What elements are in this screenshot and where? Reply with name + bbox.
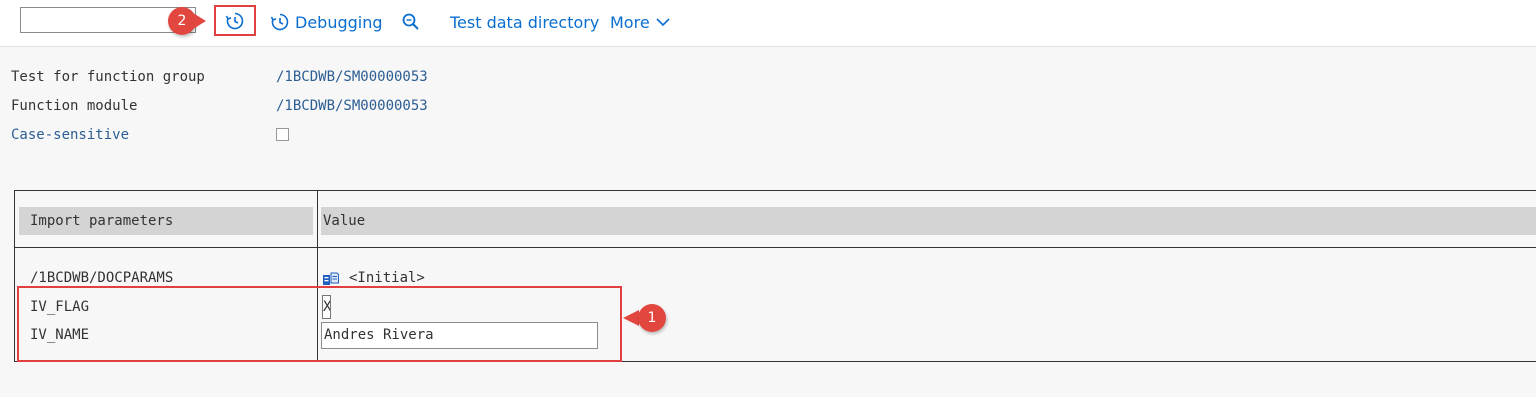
debugging-clock-icon <box>270 13 289 31</box>
more-label: More <box>610 12 650 32</box>
function-group-label: Test for function group <box>11 69 205 85</box>
column-header-value: Value <box>321 207 1536 235</box>
param-value-docparams[interactable]: <Initial> <box>322 270 425 286</box>
debugging-label: Debugging <box>295 12 383 32</box>
function-module-value: /1BCDWB/SM00000053 <box>276 98 428 114</box>
structure-edit-icon <box>323 272 339 285</box>
callout-badge-2: 2 <box>168 7 206 35</box>
more-menu-button[interactable]: More <box>610 10 670 34</box>
callout-number: 1 <box>638 304 666 332</box>
search-icon <box>402 13 419 30</box>
execute-clock-icon <box>225 12 244 29</box>
parameters-highlight-box <box>17 286 622 362</box>
table-header-divider <box>14 247 1536 248</box>
callout-number: 2 <box>168 7 196 35</box>
column-header-import-parameters: Import parameters <box>19 207 313 235</box>
param-name-docparams: /1BCDWB/DOCPARAMS <box>30 270 174 286</box>
initial-value-text: <Initial> <box>349 270 425 286</box>
chevron-down-icon <box>656 18 670 27</box>
debugging-button[interactable]: Debugging <box>270 10 383 34</box>
function-module-label: Function module <box>11 98 138 114</box>
search-button[interactable] <box>401 10 421 34</box>
function-group-value: /1BCDWB/SM00000053 <box>276 69 428 85</box>
case-sensitive-label: Case-sensitive <box>11 127 130 143</box>
callout-badge-1: 1 <box>623 304 666 332</box>
callout-pointer <box>193 13 206 29</box>
callout-pointer <box>623 310 639 326</box>
toolbar: 2 Debugging Test data directory More <box>0 0 1536 47</box>
test-data-directory-label: Test data directory <box>450 12 600 32</box>
execute-button[interactable] <box>214 5 256 36</box>
case-sensitive-checkbox[interactable] <box>276 128 289 141</box>
test-data-directory-button[interactable]: Test data directory <box>450 10 599 34</box>
